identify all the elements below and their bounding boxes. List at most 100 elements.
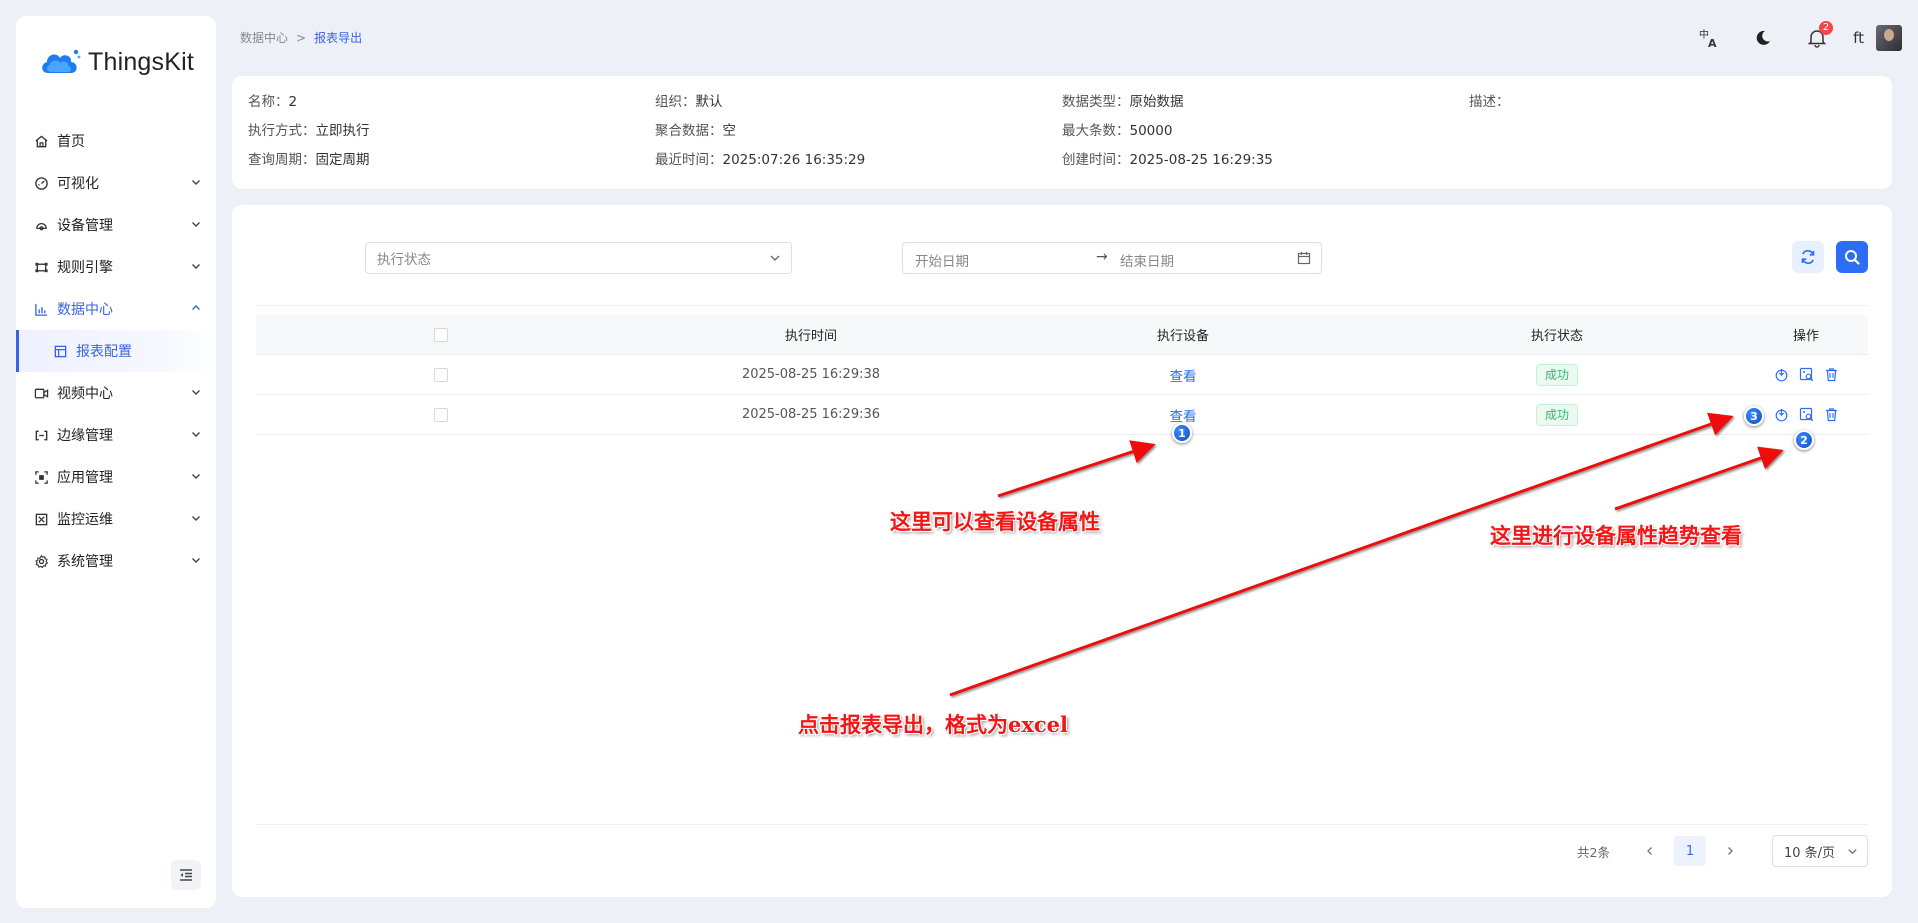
sidebar-item-label: 报表配置	[76, 344, 132, 360]
chevron-up-icon	[192, 305, 200, 310]
device-icon	[33, 217, 49, 233]
delete-button[interactable]	[1824, 367, 1839, 382]
translate-icon: 中 A	[1699, 28, 1717, 49]
avatar[interactable]	[1876, 25, 1902, 51]
trend-view-button[interactable]	[1799, 407, 1814, 422]
moon-icon	[1756, 30, 1771, 45]
info-empty	[1469, 148, 1876, 165]
collapse-sidebar-button[interactable]	[171, 860, 201, 890]
header-actions: 中 A 2 ft	[1669, 21, 1902, 52]
sidebar-item-report-config[interactable]: 报表配置	[16, 330, 216, 372]
info-query-period: 查询周期：固定周期	[248, 152, 370, 168]
column-header-time: 执行时间	[784, 329, 837, 344]
start-date-input[interactable]: 开始日期	[915, 250, 969, 270]
user-name[interactable]: ft	[1853, 29, 1864, 47]
export-button[interactable]	[1774, 367, 1789, 382]
status-select-placeholder: 执行状态	[377, 252, 431, 268]
export-records-card: 执行状态 开始日期 → 结束日期 执行时间 执行设备 执行状态 操作 2025-…	[232, 205, 1892, 897]
breadcrumb-separator: >	[296, 30, 307, 45]
app-icon	[33, 469, 49, 485]
dark-mode-toggle[interactable]	[1749, 24, 1777, 52]
end-date-input[interactable]: 结束日期	[1120, 250, 1174, 270]
info-exec-mode: 执行方式：立即执行	[248, 123, 370, 139]
report-icon	[52, 343, 68, 359]
export-button[interactable]	[1774, 407, 1789, 422]
reset-button[interactable]	[1792, 241, 1824, 273]
column-header-status: 执行状态	[1530, 329, 1583, 344]
sidebar-item-app-management[interactable]: 应用管理	[16, 456, 216, 498]
sidebar-item-label: 边缘管理	[57, 428, 113, 444]
trend-view-button[interactable]	[1799, 367, 1814, 382]
monitor-icon	[33, 511, 49, 527]
status-badge: 成功	[1535, 403, 1578, 426]
table-row: 2025-08-25 16:29:38 查看 成功	[256, 355, 1868, 395]
info-data-type: 数据类型：原始数据	[1062, 94, 1184, 110]
row-checkbox[interactable]	[434, 367, 448, 382]
gear-icon	[33, 553, 49, 569]
breadcrumb-parent[interactable]: 数据中心	[240, 29, 288, 46]
info-max-rows: 最大条数：50000	[1062, 123, 1173, 139]
marker-2: 2	[1794, 430, 1814, 450]
trash-icon	[1825, 368, 1837, 382]
sidebar-item-label: 系统管理	[57, 554, 113, 570]
sidebar-item-label: 数据中心	[57, 302, 113, 318]
refresh-icon	[1801, 250, 1815, 264]
sidebar-item-label: 首页	[57, 134, 85, 150]
info-name: 名称：2	[248, 94, 298, 110]
chevron-down-icon	[192, 516, 200, 521]
sidebar-item-label: 可视化	[57, 176, 99, 192]
report-info-card: 名称：2 组织：默认 数据类型：原始数据 描述： 执行方式：立即执行 聚合数据：…	[232, 76, 1892, 189]
cloud-logo-icon	[42, 49, 81, 73]
status-select[interactable]: 执行状态	[365, 242, 792, 274]
delete-button[interactable]	[1824, 407, 1839, 422]
row-exec-time: 2025-08-25 16:29:36	[741, 407, 881, 422]
next-page-button[interactable]	[1718, 839, 1742, 863]
breadcrumb-current: 报表导出	[314, 31, 363, 45]
chevron-down-icon	[192, 222, 200, 227]
chevron-down-icon	[192, 180, 200, 185]
table-row: 2025-08-25 16:29:36 查看 成功	[256, 395, 1868, 435]
svg-text:A: A	[1708, 37, 1717, 49]
page-number-button[interactable]: 1	[1674, 836, 1706, 866]
table-header: 执行时间 执行设备 执行状态 操作	[256, 315, 1868, 355]
view-devices-link[interactable]: 查看	[1170, 365, 1197, 385]
sidebar-item-rule-engine[interactable]: 规则引擎	[16, 246, 216, 288]
marker-1: 1	[1172, 423, 1192, 443]
sidebar-item-home[interactable]: 首页	[16, 120, 216, 162]
logo-text: ThingsKit	[88, 47, 195, 76]
row-checkbox[interactable]	[434, 407, 448, 422]
sidebar-item-visualization[interactable]: 可视化	[16, 162, 216, 204]
page-size-select[interactable]: 10 条/页	[1772, 835, 1868, 867]
sidebar-item-video-center[interactable]: 视频中心	[16, 372, 216, 414]
chevron-down-icon	[192, 432, 200, 437]
info-aggregation: 聚合数据：空	[655, 123, 736, 139]
sidebar-item-edge-management[interactable]: 边缘管理	[16, 414, 216, 456]
sidebar-item-label: 规则引擎	[57, 260, 113, 276]
export-icon	[1775, 369, 1787, 382]
info-recent-time: 最近时间：2025:07:26 16:35:29	[655, 152, 866, 168]
dashboard-icon	[33, 175, 49, 191]
records-table: 执行时间 执行设备 执行状态 操作 2025-08-25 16:29:38 查看…	[256, 315, 1868, 435]
pagination: 共2条 1 10 条/页	[1577, 835, 1868, 867]
row-exec-time: 2025-08-25 16:29:38	[741, 367, 881, 382]
logo[interactable]: ThingsKit	[38, 42, 194, 82]
video-icon	[33, 385, 49, 401]
sidebar-item-device-management[interactable]: 设备管理	[16, 204, 216, 246]
search-button[interactable]	[1836, 241, 1868, 273]
sidebar-item-data-center[interactable]: 数据中心	[16, 288, 216, 330]
view-devices-link[interactable]: 查看	[1170, 405, 1197, 425]
chevron-down-icon	[1848, 849, 1857, 855]
sidebar-item-system-management[interactable]: 系统管理	[16, 540, 216, 582]
date-range-picker[interactable]: 开始日期 → 结束日期	[902, 242, 1322, 274]
select-all-checkbox[interactable]	[434, 327, 448, 342]
sidebar-item-label: 应用管理	[57, 470, 113, 486]
bar-chart-icon	[33, 301, 49, 317]
annotation-export-excel: 点击报表导出，格式为excel	[798, 712, 1069, 737]
calendar-icon	[1297, 252, 1311, 265]
notification-button[interactable]: 2	[1803, 21, 1834, 52]
prev-page-button[interactable]	[1638, 839, 1662, 863]
sidebar-item-monitoring[interactable]: 监控运维	[16, 498, 216, 540]
language-button[interactable]: 中 A	[1695, 24, 1723, 52]
sidebar-item-label: 视频中心	[57, 386, 113, 402]
chevron-down-icon	[192, 558, 200, 563]
